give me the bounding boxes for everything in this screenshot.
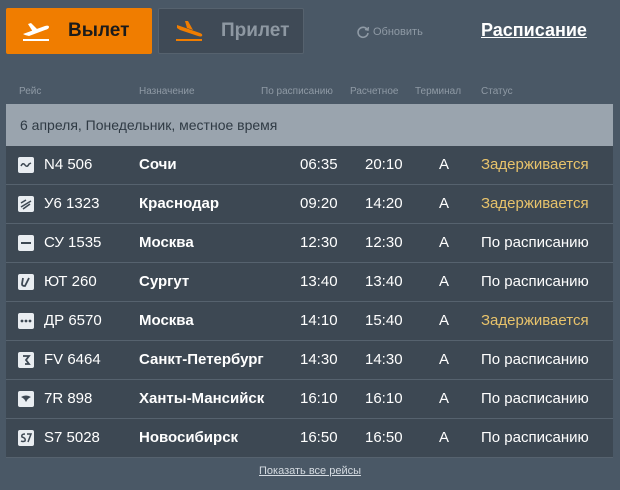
table-row[interactable]: S7 5028 Новосибирск 16:50 16:50 A По рас… bbox=[6, 419, 613, 458]
tab-departure-label: Вылет bbox=[68, 20, 130, 41]
col-estimated: Расчетное bbox=[350, 86, 399, 97]
flight-number: N4 506 bbox=[44, 156, 93, 173]
flight-number: 7R 898 bbox=[44, 390, 93, 407]
col-scheduled: По расписанию bbox=[261, 86, 333, 97]
col-destination: Назначение bbox=[139, 86, 195, 97]
tab-departure[interactable]: Вылет bbox=[6, 8, 152, 54]
refresh-button[interactable]: Обновить bbox=[356, 25, 423, 39]
airline-logo-wave-icon bbox=[18, 157, 34, 173]
estimated-time: 16:50 bbox=[365, 429, 403, 446]
flight-number: ЮТ 260 bbox=[44, 273, 97, 290]
airline-logo-s7-icon bbox=[18, 430, 34, 446]
table-row[interactable]: У6 1323 Краснодар 09:20 14:20 A Задержив… bbox=[6, 185, 613, 224]
scheduled-time: 12:30 bbox=[300, 234, 338, 251]
status-badge: По расписанию bbox=[481, 429, 589, 446]
terminal: A bbox=[439, 234, 450, 251]
destination: Новосибирск bbox=[139, 429, 239, 446]
scheduled-time: 14:30 bbox=[300, 351, 338, 368]
flight-number: FV 6464 bbox=[44, 351, 101, 368]
status-badge: Задерживается bbox=[481, 312, 589, 329]
table-row[interactable]: ДР 6570 Москва 14:10 15:40 A Задерживает… bbox=[6, 302, 613, 341]
flight-number: У6 1323 bbox=[44, 195, 100, 212]
airline-logo-utair-bird-icon bbox=[18, 391, 34, 407]
destination: Санкт-Петербург bbox=[139, 351, 264, 368]
flight-number: ДР 6570 bbox=[44, 312, 102, 329]
destination: Сочи bbox=[139, 156, 177, 173]
estimated-time: 20:10 bbox=[365, 156, 403, 173]
scheduled-time: 13:40 bbox=[300, 273, 338, 290]
estimated-time: 15:40 bbox=[365, 312, 403, 329]
column-headers: Рейс Назначение По расписанию Расчетное … bbox=[0, 86, 620, 100]
destination: Москва bbox=[139, 234, 194, 251]
col-terminal: Терминал bbox=[415, 86, 462, 97]
scheduled-time: 16:10 bbox=[300, 390, 338, 407]
airline-logo-dots-icon bbox=[18, 313, 34, 329]
terminal: A bbox=[439, 156, 450, 173]
table-row[interactable]: FV 6464 Санкт-Петербург 14:30 14:30 A По… bbox=[6, 341, 613, 380]
col-status: Статус bbox=[481, 86, 513, 97]
destination: Краснодар bbox=[139, 195, 220, 212]
top-bar: Вылет Прилет Обновить Расписание bbox=[0, 0, 620, 64]
scheduled-time: 09:20 bbox=[300, 195, 338, 212]
estimated-time: 14:30 bbox=[365, 351, 403, 368]
terminal: A bbox=[439, 429, 450, 446]
status-badge: По расписанию bbox=[481, 390, 589, 407]
flight-number: S7 5028 bbox=[44, 429, 100, 446]
show-all-flights-link[interactable]: Показать все рейсы bbox=[259, 465, 361, 477]
scheduled-time: 14:10 bbox=[300, 312, 338, 329]
destination: Сургут bbox=[139, 273, 190, 290]
scheduled-time: 06:35 bbox=[300, 156, 338, 173]
terminal: A bbox=[439, 390, 450, 407]
flight-number: СУ 1535 bbox=[44, 234, 102, 251]
airline-logo-rossiya-icon bbox=[18, 352, 34, 368]
estimated-time: 13:40 bbox=[365, 273, 403, 290]
plane-landing-icon bbox=[173, 19, 205, 43]
airline-logo-aeroflot-icon bbox=[18, 235, 34, 251]
estimated-time: 12:30 bbox=[365, 234, 403, 251]
plane-takeoff-icon bbox=[20, 19, 52, 43]
terminal: A bbox=[439, 312, 450, 329]
table-row[interactable]: N4 506 Сочи 06:35 20:10 A Задерживается bbox=[6, 146, 613, 185]
tab-arrival-label: Прилет bbox=[221, 20, 290, 41]
refresh-icon bbox=[357, 26, 370, 39]
col-flight: Рейс bbox=[19, 86, 42, 97]
terminal: A bbox=[439, 351, 450, 368]
status-badge: Задерживается bbox=[481, 156, 589, 173]
status-badge: По расписанию bbox=[481, 351, 589, 368]
destination: Москва bbox=[139, 312, 194, 329]
airline-logo-ural-icon bbox=[18, 196, 34, 212]
estimated-time: 14:20 bbox=[365, 195, 403, 212]
status-badge: По расписанию bbox=[481, 234, 589, 251]
destination: Ханты-Мансийск bbox=[139, 390, 265, 407]
tab-arrival[interactable]: Прилет bbox=[158, 8, 304, 54]
terminal: A bbox=[439, 273, 450, 290]
show-all-flights-container: Показать все рейсы bbox=[0, 465, 620, 477]
terminal: A bbox=[439, 195, 450, 212]
scheduled-time: 16:50 bbox=[300, 429, 338, 446]
table-row[interactable]: 7R 898 Ханты-Мансийск 16:10 16:10 A По р… bbox=[6, 380, 613, 419]
table-row[interactable]: СУ 1535 Москва 12:30 12:30 A По расписан… bbox=[6, 224, 613, 263]
flights-table: 6 апреля, Понедельник, местное время N4 … bbox=[6, 104, 613, 458]
airline-logo-utair-icon bbox=[18, 274, 34, 290]
schedule-link[interactable]: Расписание bbox=[481, 20, 587, 41]
refresh-label: Обновить bbox=[373, 26, 423, 38]
table-row[interactable]: ЮТ 260 Сургут 13:40 13:40 A По расписани… bbox=[6, 263, 613, 302]
status-badge: Задерживается bbox=[481, 195, 589, 212]
status-badge: По расписанию bbox=[481, 273, 589, 290]
date-header: 6 апреля, Понедельник, местное время bbox=[6, 104, 613, 146]
estimated-time: 16:10 bbox=[365, 390, 403, 407]
